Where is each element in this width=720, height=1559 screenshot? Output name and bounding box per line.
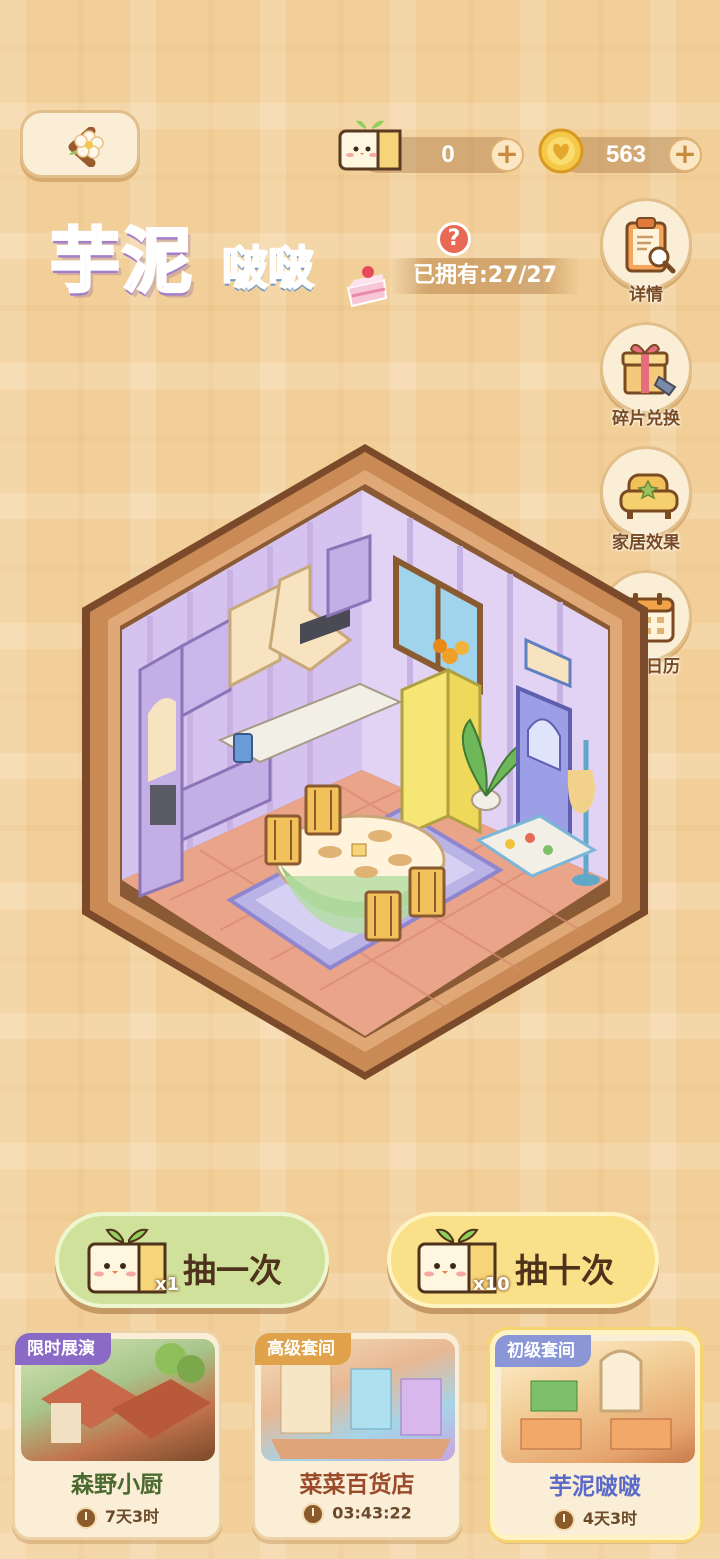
clipboard-search-icon: [625, 217, 676, 274]
set-card-veggie-store[interactable]: 高级套间 菜菜百货店 03:43:22: [252, 1330, 462, 1540]
card-timer: 7天3时: [15, 1503, 219, 1529]
fragment-exchange-button[interactable]: [600, 322, 692, 414]
card-timer: 03:43:22: [255, 1503, 459, 1525]
card-name: 森野小厨: [71, 1472, 163, 1498]
clock-icon: [552, 1508, 575, 1531]
help-icon[interactable]: ?: [437, 222, 471, 256]
card-badge: 限时展演: [15, 1333, 111, 1365]
draw-ten-button[interactable]: x10 抽十次: [387, 1212, 659, 1308]
owned-count: 已拥有:27/27: [412, 263, 558, 288]
cake-icon: [346, 266, 388, 308]
coin-count: 563: [605, 141, 647, 168]
add-coin-button[interactable]: +: [668, 138, 702, 172]
back-button[interactable]: [20, 110, 140, 178]
set-title-main: 芋泥: [49, 219, 194, 304]
draw-once-multiplier: x1: [155, 1274, 180, 1295]
coin-icon: [538, 128, 584, 174]
details-button[interactable]: [600, 198, 692, 290]
set-title-sub: 啵啵: [221, 240, 315, 296]
details-label: 详情: [629, 285, 663, 305]
fragment-exchange-label: 碎片兑换: [612, 409, 680, 429]
clock-icon: [74, 1506, 97, 1529]
room-preview: [82, 444, 648, 1080]
set-card-taro-boba[interactable]: 初级套间 芋泥啵啵 4天3时: [490, 1330, 700, 1540]
card-badge: 初级套间: [495, 1335, 591, 1367]
flower-icon: [69, 130, 104, 159]
clock-icon: [302, 1503, 325, 1525]
ticket-count: 0: [441, 141, 455, 168]
draw-ten-multiplier: x10: [473, 1274, 510, 1295]
add-ticket-button[interactable]: +: [490, 138, 524, 172]
card-badge: 高级套间: [255, 1333, 351, 1365]
card-name: 芋泥啵啵: [549, 1474, 641, 1500]
set-card-forest-kitchen[interactable]: 限时展演 森野小厨 7天3时: [12, 1330, 222, 1540]
gift-box-icon: [621, 343, 677, 397]
draw-once-label: 抽一次: [183, 1251, 282, 1290]
draw-once-button[interactable]: x1 抽一次: [55, 1212, 329, 1308]
card-timer: 4天3时: [495, 1505, 695, 1531]
draw-ten-label: 抽十次: [515, 1251, 614, 1290]
card-name: 菜菜百货店: [299, 1472, 415, 1498]
ticket-icon: [338, 120, 402, 171]
